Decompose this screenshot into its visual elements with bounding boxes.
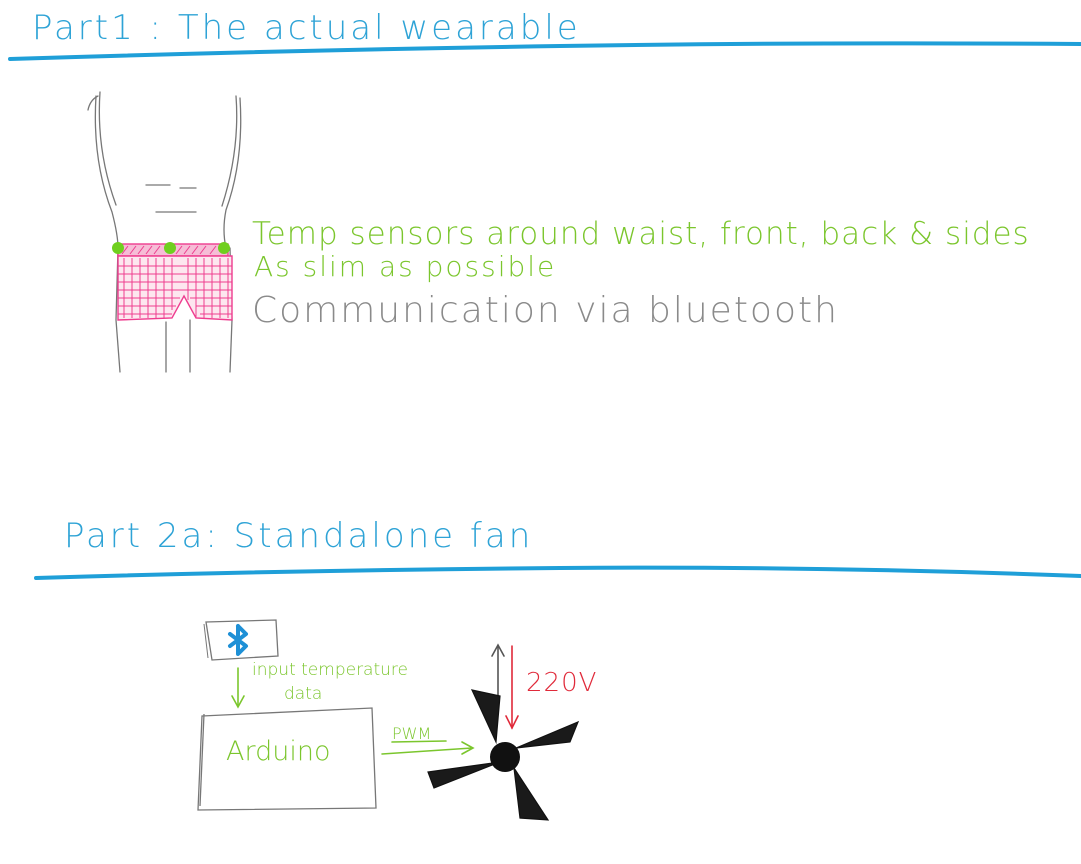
torso-sketch: [87, 91, 242, 373]
sketch-canvas: [8, 41, 1081, 821]
note-temp-sensors: Temp sensors around waist, front, back &…: [252, 216, 1030, 252]
input-label: input temperature: [252, 660, 408, 680]
pwm-label: PWM: [392, 724, 432, 743]
part2a-underline: [34, 565, 1081, 580]
shorts-grid: [117, 255, 233, 321]
arduino-label: Arduino: [226, 736, 331, 767]
voltage-label: 220V: [526, 668, 598, 698]
data-arrow: [231, 667, 245, 709]
note-communication: Communication via bluetooth: [252, 290, 839, 331]
fan-icon: [427, 689, 580, 821]
bluetooth-icon: [228, 624, 248, 656]
input-label-data: data: [284, 684, 323, 704]
note-slim: As slim as possible: [254, 250, 557, 283]
part1-heading: Part1 : The actual wearable: [32, 8, 581, 48]
part2a-heading: Part 2a: Standalone fan: [64, 516, 534, 556]
